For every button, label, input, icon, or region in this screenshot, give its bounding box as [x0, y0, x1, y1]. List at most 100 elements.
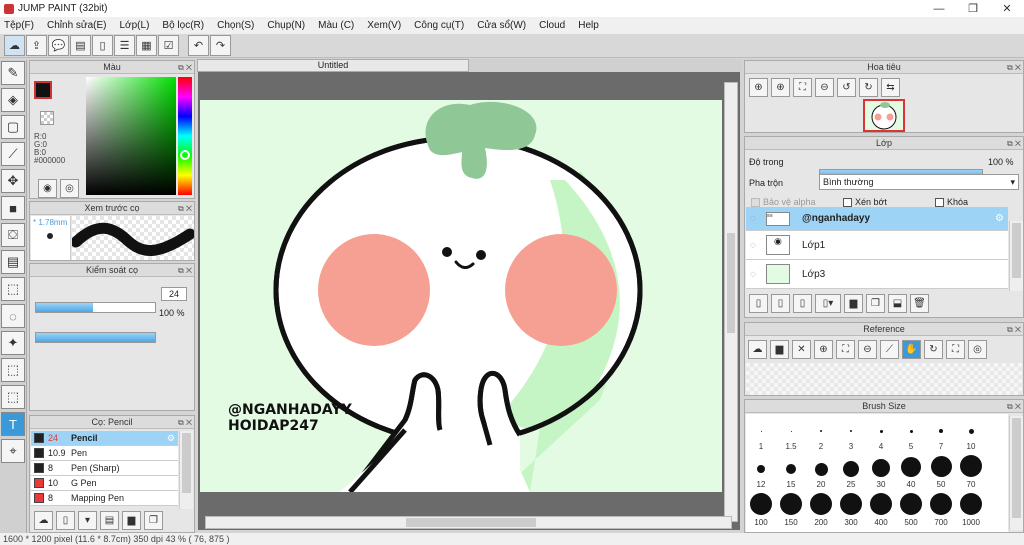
brush-size-scrollbar[interactable]: [1009, 416, 1023, 530]
panel-popout-icon[interactable]: ⧉ ✕: [1007, 138, 1021, 150]
new-layer-8bit-icon[interactable]: ▯: [771, 294, 790, 313]
brush-size-preset[interactable]: 200: [806, 490, 836, 528]
brush-size-preset[interactable]: 700: [926, 490, 956, 528]
menu-layer[interactable]: Lớp(L): [120, 20, 150, 31]
hue-slider-handle[interactable]: [180, 150, 190, 160]
brush-size-preset[interactable]: 300: [836, 490, 866, 528]
panel-popout-icon[interactable]: ⧉ ✕: [178, 417, 192, 429]
saturation-value-picker[interactable]: [86, 77, 176, 195]
reference-fit2-icon[interactable]: ⛶: [946, 340, 965, 359]
magic-wand-tool-icon[interactable]: ✦: [1, 331, 25, 355]
blend-mode-select[interactable]: Bình thường ▾: [819, 174, 1019, 190]
hue-slider[interactable]: [178, 77, 192, 195]
vertical-scroll-thumb[interactable]: [727, 233, 735, 333]
reference-rotate-icon[interactable]: ↻: [924, 340, 943, 359]
canvas-vertical-scrollbar[interactable]: [724, 82, 738, 522]
brush-size-preset[interactable]: 1: [746, 414, 776, 452]
brush-size-preset[interactable]: 5: [896, 414, 926, 452]
eye-icon[interactable]: ◌: [750, 240, 756, 251]
menu-capture[interactable]: Chụp(N): [267, 20, 305, 31]
brush-size-preset[interactable]: 100: [746, 490, 776, 528]
brush-size-preset[interactable]: 2: [806, 414, 836, 452]
menu-select[interactable]: Chọn(S): [217, 20, 254, 31]
brush-folder-icon[interactable]: ▆: [122, 511, 141, 530]
navigator-thumbnail[interactable]: [863, 99, 905, 132]
color-picker-icon[interactable]: ◎: [60, 179, 79, 198]
new-layer-icon[interactable]: ▯: [749, 294, 768, 313]
drawing-canvas[interactable]: @NGANHADAYY HOIDAP247: [200, 100, 722, 492]
eye-icon[interactable]: ◌: [750, 269, 756, 280]
brush-size-preset[interactable]: 400: [866, 490, 896, 528]
copy-brush-icon[interactable]: ▤: [100, 511, 119, 530]
brush-size-preset[interactable]: 1000: [956, 490, 986, 528]
clipping-checkbox[interactable]: Xén bớt: [843, 197, 887, 207]
menu-tools[interactable]: Công cụ(T): [414, 20, 464, 31]
reference-zoom-in-icon[interactable]: ⊕: [814, 340, 833, 359]
merge-layer-icon[interactable]: ⬓: [888, 294, 907, 313]
brush-size-preset[interactable]: 25: [836, 452, 866, 490]
panel-popout-icon[interactable]: ⧉ ✕: [178, 265, 192, 277]
brush-size-preset[interactable]: 70: [956, 452, 986, 490]
brush-size-preset[interactable]: 150: [776, 490, 806, 528]
cloud-icon[interactable]: ☁: [4, 35, 25, 56]
brush-list-item[interactable]: 8 Mapping Pen: [31, 491, 178, 506]
brush-size-preset[interactable]: 50: [926, 452, 956, 490]
brush-size-preset[interactable]: 12: [746, 452, 776, 490]
duplicate-layer-icon[interactable]: ❐: [866, 294, 885, 313]
zoom-in-icon[interactable]: ⊕: [749, 78, 768, 97]
reference-hand-icon[interactable]: ✋: [902, 340, 921, 359]
reference-area[interactable]: [746, 363, 1022, 395]
close-button[interactable]: ✕: [990, 0, 1024, 17]
menu-cloud[interactable]: Cloud: [539, 20, 565, 31]
transparent-color-swatch[interactable]: [40, 111, 54, 125]
reference-open-icon[interactable]: ▆: [770, 340, 789, 359]
add-brush-icon[interactable]: ▾: [78, 511, 97, 530]
reference-fit-icon[interactable]: ⛶: [836, 340, 855, 359]
canvas-horizontal-scrollbar[interactable]: [205, 516, 732, 529]
menu-color[interactable]: Màu (C): [318, 20, 354, 31]
brush-size-preset[interactable]: 3: [836, 414, 866, 452]
color-palette-icon[interactable]: ◉: [38, 179, 57, 198]
bucket-tool-icon[interactable]: ⛋: [1, 223, 25, 247]
foreground-color-swatch[interactable]: [34, 81, 52, 99]
text-tool-icon[interactable]: T: [1, 412, 25, 436]
horizontal-scroll-thumb[interactable]: [406, 518, 536, 527]
menu-file[interactable]: Tệp(F): [4, 20, 34, 31]
reference-eyedropper-icon[interactable]: ⟋: [880, 340, 899, 359]
brush-list-scrollbar[interactable]: [179, 431, 193, 509]
panel-popout-icon[interactable]: ⧉ ✕: [1007, 324, 1021, 336]
gradient-tool-icon[interactable]: ▤: [1, 250, 25, 274]
minimize-button[interactable]: —: [922, 0, 956, 17]
document-icon[interactable]: ▯: [92, 35, 113, 56]
reference-settings-icon[interactable]: ◎: [968, 340, 987, 359]
redo-icon[interactable]: ↷: [210, 35, 231, 56]
panel-popout-icon[interactable]: ⧉ ✕: [178, 203, 192, 215]
reference-close-icon[interactable]: ✕: [792, 340, 811, 359]
line-tool-icon[interactable]: ⟋: [1, 142, 25, 166]
export-icon[interactable]: ⇪: [26, 35, 47, 56]
brush-list-item[interactable]: 10 G Pen: [31, 476, 178, 491]
brush-size-preset[interactable]: 30: [866, 452, 896, 490]
brush-size-preset[interactable]: 7: [926, 414, 956, 452]
brush-size-preset[interactable]: 10: [956, 414, 986, 452]
fit-screen-icon[interactable]: ⛶: [793, 78, 812, 97]
brush-size-preset[interactable]: 4: [866, 414, 896, 452]
reference-cloud-icon[interactable]: ☁: [748, 340, 767, 359]
duplicate-brush-icon[interactable]: ❐: [144, 511, 163, 530]
rectangle-tool-icon[interactable]: ▢: [1, 115, 25, 139]
layer-row[interactable]: ◌ Lớp3: [746, 260, 1008, 289]
fill-rect-tool-icon[interactable]: ■: [1, 196, 25, 220]
layer-row[interactable]: ◌ ◉ Lớp1: [746, 231, 1008, 260]
lasso-tool-icon[interactable]: ◌: [1, 304, 25, 328]
brush-opacity-slider[interactable]: [35, 332, 156, 343]
panel-popout-icon[interactable]: ⧉ ✕: [178, 62, 192, 74]
rotate-right-icon[interactable]: ↻: [859, 78, 878, 97]
menu-help[interactable]: Help: [578, 20, 599, 31]
lock-checkbox[interactable]: Khóa: [935, 197, 968, 207]
new-layer-1bit-icon[interactable]: ▯: [793, 294, 812, 313]
layer-settings-icon[interactable]: ⚙: [995, 213, 1004, 224]
canvas-area[interactable]: @NGANHADAYY HOIDAP247: [198, 72, 740, 530]
menu-edit[interactable]: Chỉnh sửa(E): [47, 20, 107, 31]
new-brush-icon[interactable]: ▯: [56, 511, 75, 530]
brush-list-item[interactable]: 10.9 Pen: [31, 446, 178, 461]
